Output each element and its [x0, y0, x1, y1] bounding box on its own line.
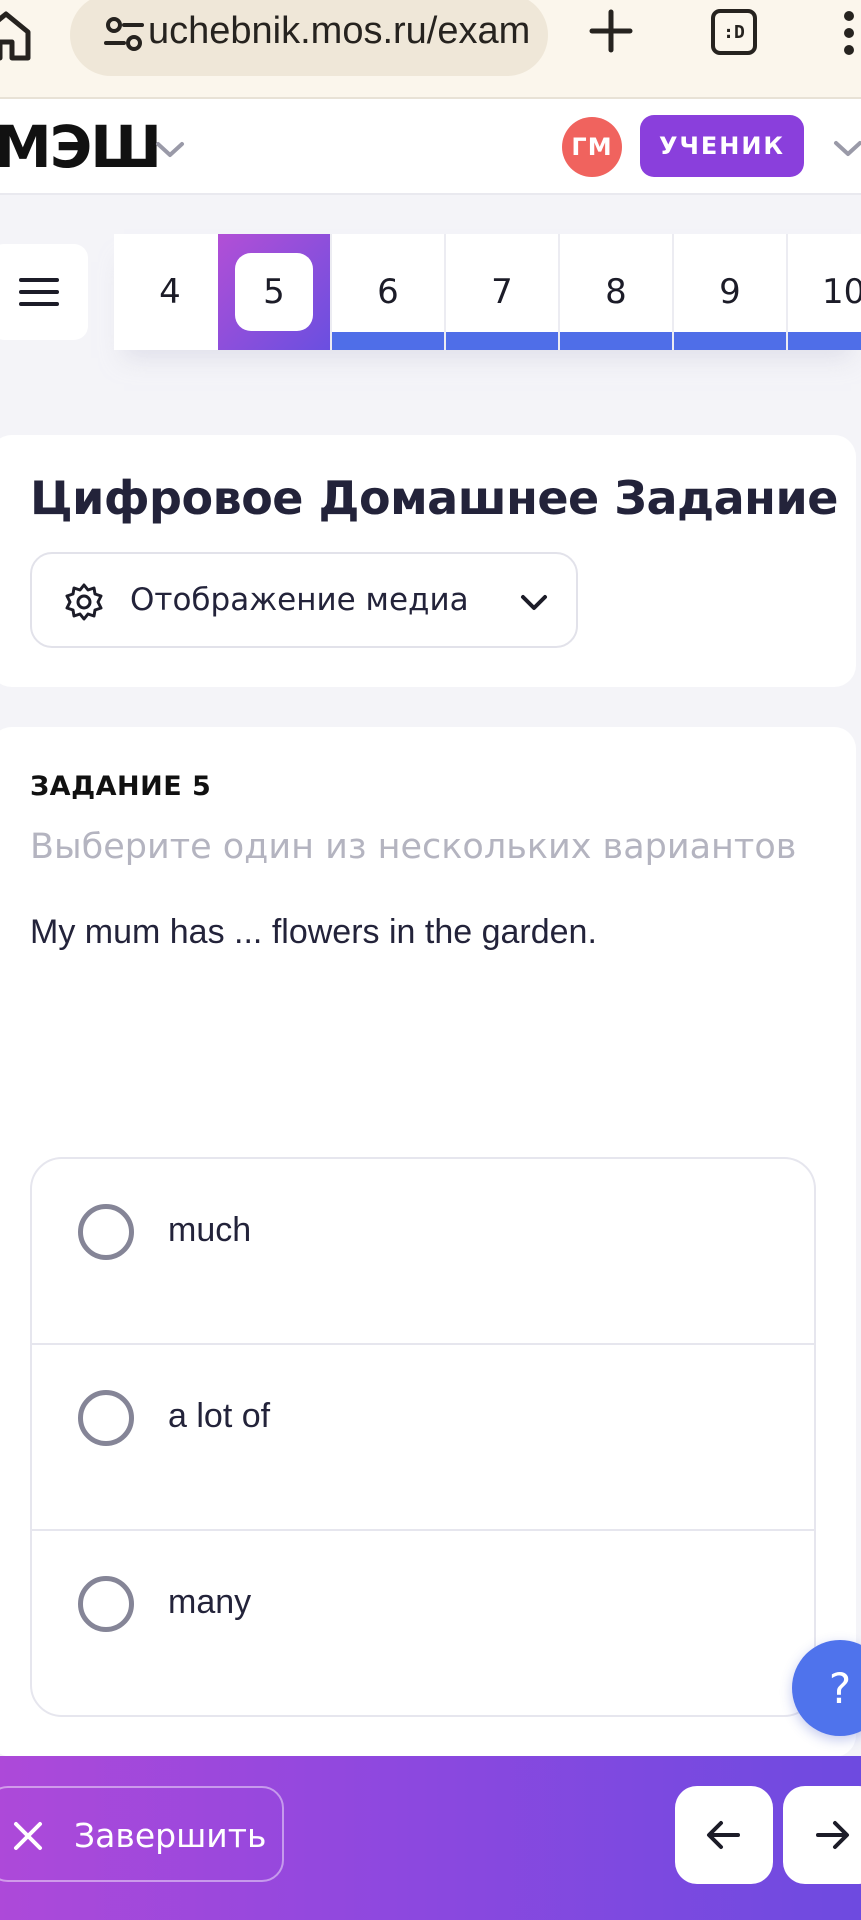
answer-option-label: much	[168, 1211, 252, 1249]
task-done-bar	[446, 332, 558, 350]
answer-option-much[interactable]: much	[32, 1159, 814, 1345]
arrow-right-icon	[816, 1821, 849, 1849]
task-done-bar	[674, 332, 786, 350]
task-navigator: 4 5 6 7 8 9 10	[114, 234, 861, 350]
hamburger-icon	[19, 278, 59, 306]
new-tab-icon[interactable]	[586, 6, 636, 56]
previous-task-button[interactable]	[675, 1786, 773, 1884]
task-tab-8[interactable]: 8	[560, 234, 674, 350]
task-tab-label: 5	[263, 272, 285, 312]
answer-options: much a lot of many	[30, 1157, 816, 1717]
finish-button[interactable]: Завершить	[0, 1786, 284, 1882]
radio-button[interactable]	[78, 1390, 134, 1446]
task-tab-6[interactable]: 6	[332, 234, 446, 350]
task-instruction: Выберите один из нескольких вариантов	[30, 827, 797, 867]
media-display-dropdown[interactable]: Отображение медиа	[30, 552, 578, 648]
help-icon: ?	[828, 1663, 852, 1713]
task-tab-label: 4	[159, 272, 181, 312]
task-done-bar	[560, 332, 672, 350]
question-text: My mum has ... flowers in the garden.	[30, 913, 597, 951]
homework-title-card: Цифровое Домашнее Задание Отображение ме…	[0, 435, 856, 687]
task-tab-label: 8	[605, 272, 627, 312]
next-task-button[interactable]	[783, 1786, 861, 1884]
task-number: ЗАДАНИЕ 5	[30, 771, 212, 802]
answer-option-label: a lot of	[168, 1397, 271, 1435]
task-done-bar	[788, 332, 861, 350]
answer-option-label: many	[168, 1583, 252, 1621]
task-done-bar	[332, 332, 444, 350]
radio-button[interactable]	[78, 1204, 134, 1260]
home-icon[interactable]	[0, 4, 36, 64]
tab-switcher-icon[interactable]: :D	[711, 9, 757, 55]
task-tab-9[interactable]: 9	[674, 234, 788, 350]
task-tab-4[interactable]: 4	[114, 234, 228, 350]
gear-icon	[65, 583, 103, 621]
task-tab-7[interactable]: 7	[446, 234, 560, 350]
task-tab-label: 7	[491, 272, 513, 312]
media-display-label: Отображение медиа	[130, 582, 469, 618]
url-text[interactable]: uchebnik.mos.ru/exam	[148, 10, 530, 53]
more-vertical-icon[interactable]	[843, 8, 861, 58]
finish-label: Завершить	[74, 1816, 267, 1855]
radio-button[interactable]	[78, 1576, 134, 1632]
question-card: ЗАДАНИЕ 5 Выберите один из нескольких ва…	[0, 727, 856, 1757]
browser-toolbar: uchebnik.mos.ru/exam :D	[0, 0, 861, 99]
arrow-left-icon	[707, 1821, 740, 1849]
answer-option-a-lot-of[interactable]: a lot of	[32, 1345, 814, 1531]
role-badge[interactable]: УЧЕНИК	[640, 115, 804, 177]
task-tab-label: 6	[377, 272, 399, 312]
address-bar[interactable]: uchebnik.mos.ru/exam	[70, 0, 548, 76]
task-tab-5[interactable]: 5	[218, 234, 332, 350]
site-settings-icon[interactable]	[104, 14, 144, 54]
chevron-down-icon[interactable]	[152, 131, 188, 167]
app-logo[interactable]: МЭШ	[0, 113, 162, 181]
chevron-down-icon	[521, 595, 547, 610]
profile-chevron-down-icon[interactable]	[830, 130, 861, 166]
menu-button[interactable]	[0, 244, 88, 340]
close-icon	[14, 1822, 42, 1850]
task-tab-active-marker: 5	[235, 253, 313, 331]
page-title: Цифровое Домашнее Задание	[30, 471, 838, 525]
task-tab-10[interactable]: 10	[788, 234, 861, 350]
app-header: МЭШ ГМ УЧЕНИК	[0, 99, 861, 195]
task-tab-label: 10	[822, 272, 861, 312]
bottom-action-bar: Завершить	[0, 1756, 861, 1920]
answer-option-many[interactable]: many	[32, 1531, 814, 1715]
tab-switcher-label: :D	[723, 21, 745, 43]
avatar[interactable]: ГМ	[562, 117, 622, 177]
task-tab-label: 9	[719, 272, 741, 312]
